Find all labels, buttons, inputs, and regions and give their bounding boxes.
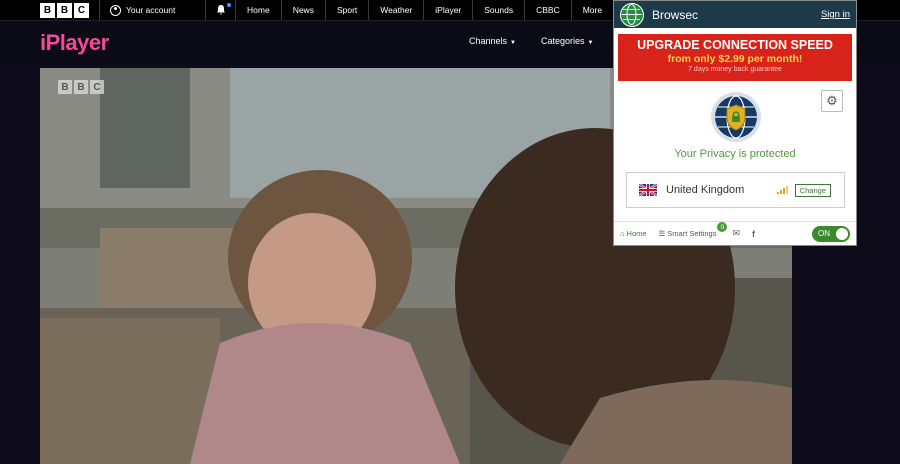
watermark-letter: B [74, 80, 88, 94]
nav-more[interactable]: More [570, 0, 613, 20]
footer-home-link[interactable]: ⌂ Home [620, 229, 647, 238]
smart-settings-badge: 0 [717, 222, 728, 232]
categories-menu[interactable]: Categories ▼ [541, 36, 593, 46]
settings-button[interactable]: ⚙ [821, 90, 843, 112]
bbc-logo[interactable]: B B C [0, 0, 99, 20]
gear-icon: ⚙ [826, 93, 838, 108]
caret-down-icon: ▼ [587, 40, 594, 46]
home-icon: ⌂ [620, 229, 625, 238]
vpn-toggle[interactable]: ON [812, 225, 850, 242]
uk-flag-icon [639, 184, 657, 196]
nav-cbbc[interactable]: CBBC [524, 0, 571, 20]
categories-label: Categories [541, 36, 585, 46]
bbc-logo-letter: B [57, 2, 72, 18]
nav-iplayer[interactable]: iPlayer [423, 0, 472, 20]
country-name: United Kingdom [666, 184, 745, 196]
caret-down-icon: ▼ [510, 40, 516, 46]
bbc-logo-letter: B [40, 2, 55, 18]
notification-dot [227, 3, 231, 7]
browsec-header: Browsec Sign in [614, 1, 856, 28]
browsec-popup: Browsec Sign in UPGRADE CONNECTION SPEED… [613, 0, 857, 246]
channels-label: Channels [469, 36, 508, 46]
toggle-label: ON [818, 229, 830, 238]
toggle-knob [836, 227, 848, 240]
footer-home-label: Home [626, 229, 647, 238]
smart-settings-link[interactable]: ☰ Smart Settings 0 [658, 222, 728, 238]
signal-strength-icon [776, 186, 788, 194]
location-selector[interactable]: United Kingdom Change [626, 172, 845, 208]
account-label: Your account [126, 5, 176, 15]
smart-settings-label: Smart Settings [667, 229, 717, 238]
upgrade-banner[interactable]: UPGRADE CONNECTION SPEED from only $2.99… [618, 34, 852, 81]
nav-home[interactable]: Home [235, 0, 281, 20]
nav-sport[interactable]: Sport [324, 0, 368, 20]
nav-news[interactable]: News [280, 0, 325, 20]
browsec-footer: ⌂ Home ☰ Smart Settings 0 ✉ f ON [614, 221, 856, 245]
nav-sounds[interactable]: Sounds [472, 0, 524, 20]
facebook-icon[interactable]: f [752, 229, 755, 239]
promo-price: from only $2.99 per month! [667, 53, 803, 65]
protected-shield-icon [711, 92, 761, 142]
notifications-button[interactable] [205, 0, 235, 20]
signin-link[interactable]: Sign in [821, 9, 850, 20]
privacy-status: Your Privacy is protected [674, 148, 796, 160]
user-icon [110, 4, 121, 16]
mail-icon[interactable]: ✉ [732, 228, 740, 239]
sliders-icon: ☰ [658, 229, 666, 238]
nav-weather[interactable]: Weather [368, 0, 423, 20]
watermark-letter: C [90, 80, 104, 94]
bbc-watermark: B B C [58, 80, 104, 94]
watermark-letter: B [58, 80, 72, 94]
account-link[interactable]: Your account [100, 0, 205, 20]
browsec-brand: Browsec [652, 7, 699, 22]
promo-guarantee: 7 days money back guarantee [688, 66, 782, 73]
promo-title: UPGRADE CONNECTION SPEED [637, 38, 833, 52]
bbc-logo-letter: C [74, 2, 89, 18]
change-location-button[interactable]: Change [794, 183, 831, 197]
iplayer-logo[interactable]: iPlayer [40, 30, 109, 56]
bell-icon [216, 5, 225, 15]
channels-menu[interactable]: Channels ▼ [469, 36, 516, 46]
browsec-globe-icon [620, 2, 644, 27]
